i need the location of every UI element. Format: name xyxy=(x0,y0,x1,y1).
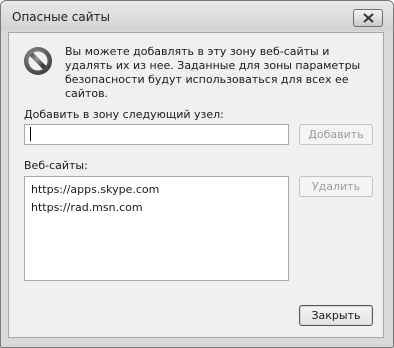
title-bar: Опасные сайты xyxy=(1,1,393,31)
websites-label: Веб-сайты: xyxy=(24,159,88,172)
list-item[interactable]: https://rad.msn.com xyxy=(31,199,282,217)
dialog-content: Вы можете добавлять в эту зону веб-сайты… xyxy=(8,32,384,338)
window-close-button[interactable] xyxy=(353,9,383,27)
list-item[interactable]: https://apps.skype.com xyxy=(31,181,282,199)
remove-button[interactable]: Удалить xyxy=(299,176,373,197)
close-icon xyxy=(363,13,374,23)
text-caret xyxy=(30,127,31,141)
add-site-label: Добавить в зону следующий узел: xyxy=(24,108,224,121)
window-title: Опасные сайты xyxy=(12,10,110,24)
dialog-window: Опасные сайты Вы можете добавлять в эту … xyxy=(0,0,394,348)
info-text: Вы можете добавлять в эту зону веб-сайты… xyxy=(65,45,361,100)
websites-list[interactable]: https://apps.skype.com https://rad.msn.c… xyxy=(24,176,289,281)
add-button[interactable]: Добавить xyxy=(299,124,373,145)
close-button[interactable]: Закрыть xyxy=(299,305,373,326)
add-site-input[interactable] xyxy=(24,124,289,145)
prohibited-icon xyxy=(24,47,52,75)
